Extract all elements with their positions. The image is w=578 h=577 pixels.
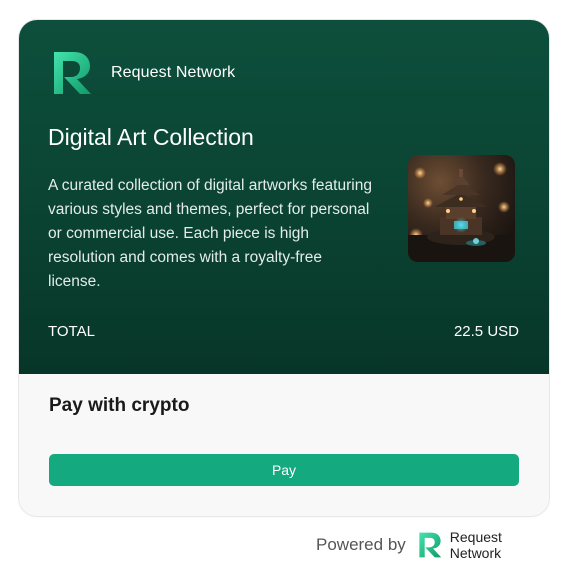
total-label: TOTAL xyxy=(48,323,95,340)
powered-by-text: Powered by xyxy=(316,535,406,554)
request-network-logo-icon xyxy=(419,532,442,558)
brand-name: Request Network xyxy=(111,64,236,81)
product-summary: Request Network Digital Art Collection A… xyxy=(19,20,549,374)
total-row: TOTAL 22.5 USD xyxy=(48,323,519,340)
brand-header: Request Network xyxy=(50,50,235,96)
request-network-logo-icon xyxy=(54,52,91,94)
powered-brand-line-2: Network xyxy=(449,545,502,561)
pay-with-crypto-heading: Pay with crypto xyxy=(49,395,190,416)
product-thumbnail-image xyxy=(408,155,515,262)
payment-card: Request Network Digital Art Collection A… xyxy=(19,20,549,516)
pay-button[interactable]: Pay xyxy=(49,454,519,486)
powered-brand-line-1: Request xyxy=(449,529,502,545)
product-description: A curated collection of digital artworks… xyxy=(48,177,372,290)
product-title: Digital Art Collection xyxy=(48,124,254,150)
powered-by-brand: Request Network xyxy=(450,529,502,561)
total-amount: 22.5 USD xyxy=(453,323,519,340)
powered-by-footer: Powered by Request Network xyxy=(316,529,502,561)
